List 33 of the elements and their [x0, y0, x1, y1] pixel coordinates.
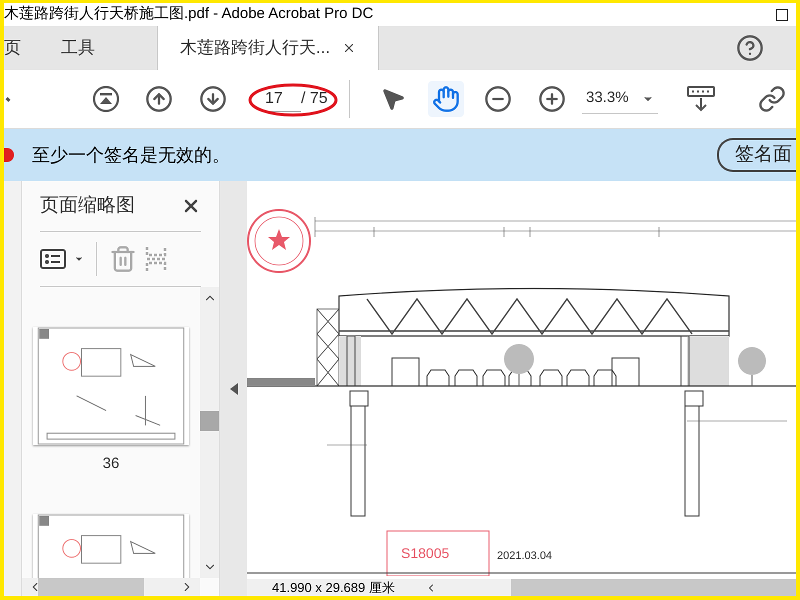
- window-title: 木莲路跨街人行天桥施工图.pdf - Adobe Acrobat Pro DC: [4, 4, 374, 24]
- tab[interactable]: 工具: [45, 26, 111, 70]
- help-icon[interactable]: [736, 34, 764, 62]
- tab[interactable]: 页: [4, 26, 45, 70]
- next-page-icon[interactable]: [199, 85, 227, 113]
- maximize-button[interactable]: [776, 8, 788, 20]
- panel-title: 页面缩略图: [40, 194, 135, 218]
- keyboard-arrow-icon[interactable]: [686, 85, 716, 113]
- zoom-in-icon[interactable]: [538, 85, 566, 113]
- zoom-dropdown[interactable]: 33.3%: [582, 84, 658, 114]
- page-total: / 75: [301, 89, 328, 109]
- error-icon: [4, 148, 14, 162]
- zoom-out-icon[interactable]: [484, 85, 512, 113]
- options-icon[interactable]: [40, 249, 66, 269]
- hand-icon: [432, 85, 460, 113]
- banner-message: 至少一个签名是无效的。: [32, 144, 230, 166]
- page-thumbnail[interactable]: [33, 327, 189, 445]
- scrollbar-thumb[interactable]: [510, 579, 796, 596]
- page-number-label: 36: [102, 454, 120, 474]
- drawing-date: 2021.03.04: [497, 551, 552, 562]
- signature-panel-button[interactable]: 签名面: [717, 138, 796, 172]
- first-page-icon[interactable]: [92, 85, 120, 113]
- hand-tool[interactable]: [428, 81, 464, 117]
- stamp-code: S18005: [401, 546, 450, 560]
- tool-mark-icon: [6, 96, 10, 102]
- scrollbar-thumb[interactable]: [200, 411, 219, 431]
- page-number-field[interactable]: 17 / 75: [247, 82, 335, 116]
- scrollbar-thumb[interactable]: [38, 578, 144, 596]
- collapse-arrow-icon[interactable]: [230, 382, 238, 394]
- previous-page-icon[interactable]: [145, 85, 173, 113]
- page-size-label: 41.990 x 29.689 厘米: [272, 581, 395, 594]
- tab[interactable]: 木莲路跨街人行天...: [157, 26, 379, 70]
- link-icon[interactable]: [758, 85, 786, 113]
